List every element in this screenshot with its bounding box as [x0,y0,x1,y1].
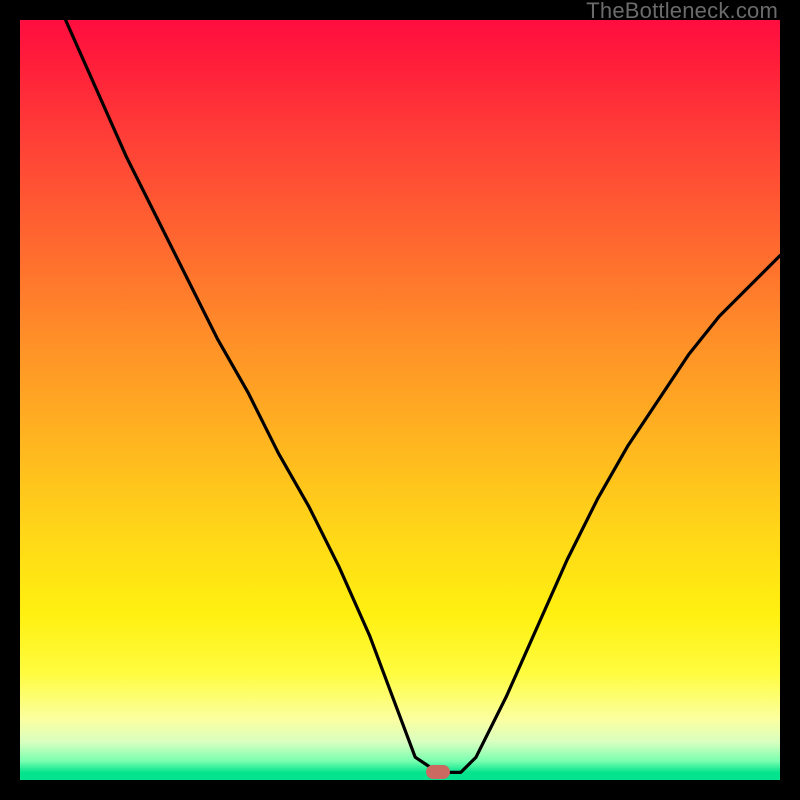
watermark-text: TheBottleneck.com [586,0,778,22]
plot-area [20,20,780,780]
optimal-marker [426,765,450,779]
bottleneck-curve [20,20,780,780]
chart-frame: TheBottleneck.com [0,0,800,800]
curve-path [66,20,780,772]
